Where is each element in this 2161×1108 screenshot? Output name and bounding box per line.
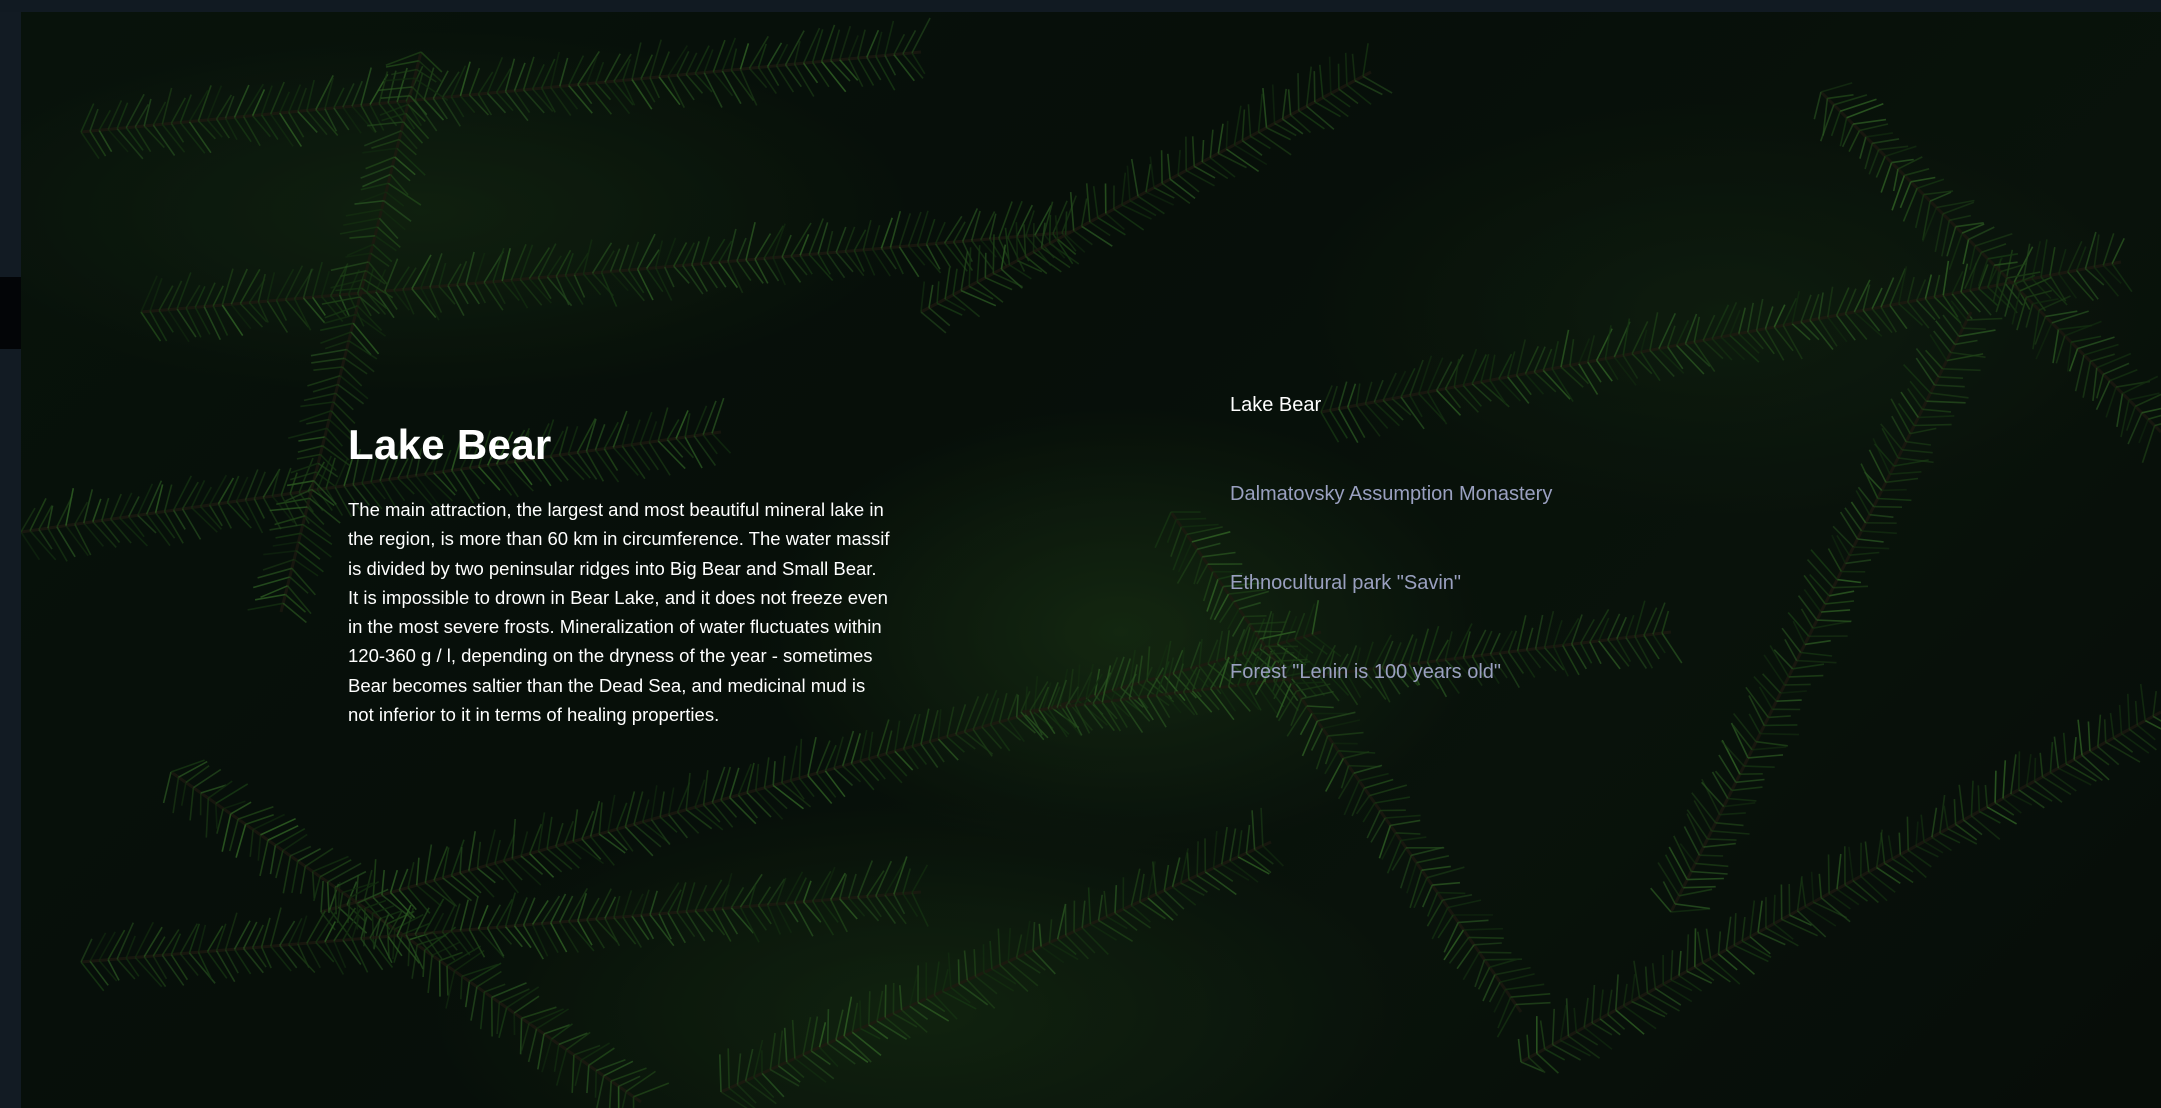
place-link-lake-bear[interactable]: Lake Bear <box>1230 393 1552 417</box>
attraction-description: The main attraction, the largest and mos… <box>348 495 896 729</box>
side-tab[interactable] <box>0 277 21 349</box>
top-bar <box>0 0 2161 12</box>
description-paragraph-1: The main attraction, the largest and mos… <box>348 499 890 579</box>
place-link-forest-lenin[interactable]: Forest "Lenin is 100 years old" <box>1230 660 1552 684</box>
left-edge-bar <box>0 12 21 1108</box>
pine-branches-background-image <box>21 12 2161 1108</box>
hero-section: Lake Bear The main attraction, the large… <box>21 12 2161 1108</box>
description-paragraph-2: It is impossible to drown in Bear Lake, … <box>348 586 888 726</box>
attraction-title: Lake Bear <box>348 421 552 469</box>
place-link-ethnocultural-park-savin[interactable]: Ethnocultural park "Savin" <box>1230 571 1552 595</box>
place-link-dalmatovsky-monastery[interactable]: Dalmatovsky Assumption Monastery <box>1230 482 1552 506</box>
places-list: Lake Bear Dalmatovsky Assumption Monaste… <box>1230 393 1552 749</box>
